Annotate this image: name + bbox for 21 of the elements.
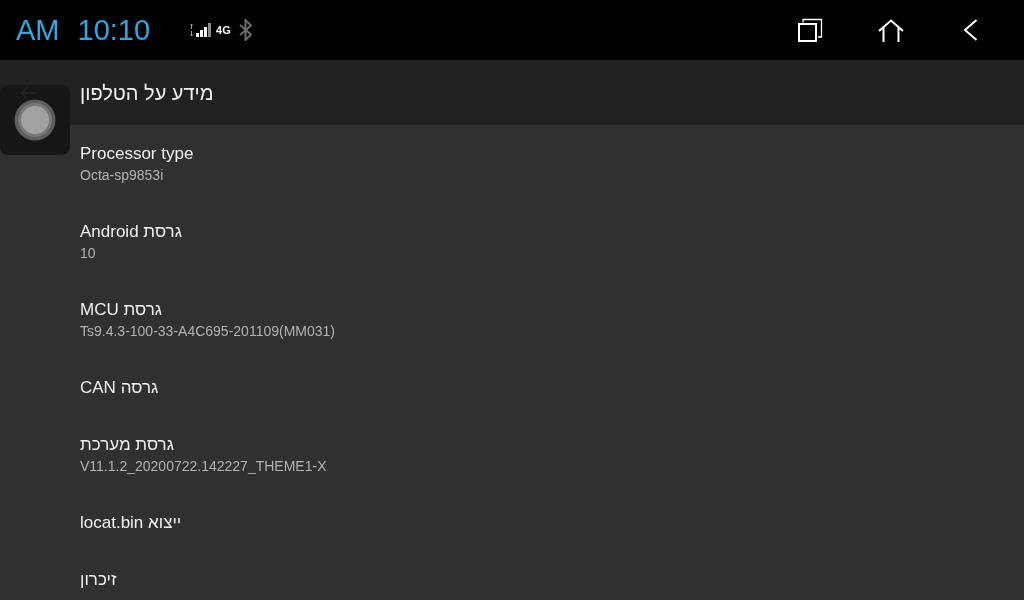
circle-icon [14,99,56,141]
preference-title: גרסת Android [80,221,182,243]
back-icon[interactable] [963,19,978,41]
preference-title: זיכרון [80,569,117,591]
preference-summary: Ts9.4.3-100-33-A4C695-201109(MM031) [80,322,335,341]
signal-icon [190,23,213,37]
preference-summary: Octa-sp9853i [80,166,164,185]
preference-summary: 10 [80,244,96,263]
am-pm-indicator: AM [16,13,60,47]
page-title: מידע על הטלפון [80,80,214,106]
preference-title: ייצוא locat.bin [80,512,182,534]
preference-summary: V11.1.2_20200722.142227_THEME1-X [80,457,327,476]
preference-title: גרסת מערכת [80,434,174,456]
preference-title: גרסת MCU [80,299,162,321]
floating-button[interactable] [0,85,70,155]
preference-title: Processor type [80,143,194,165]
recent-apps-icon[interactable] [798,18,824,42]
clock-time: 10:10 [77,13,151,47]
home-icon[interactable] [878,18,904,42]
preference-title: גרסה CAN [80,377,159,399]
network-type-label: 4G [216,23,231,37]
